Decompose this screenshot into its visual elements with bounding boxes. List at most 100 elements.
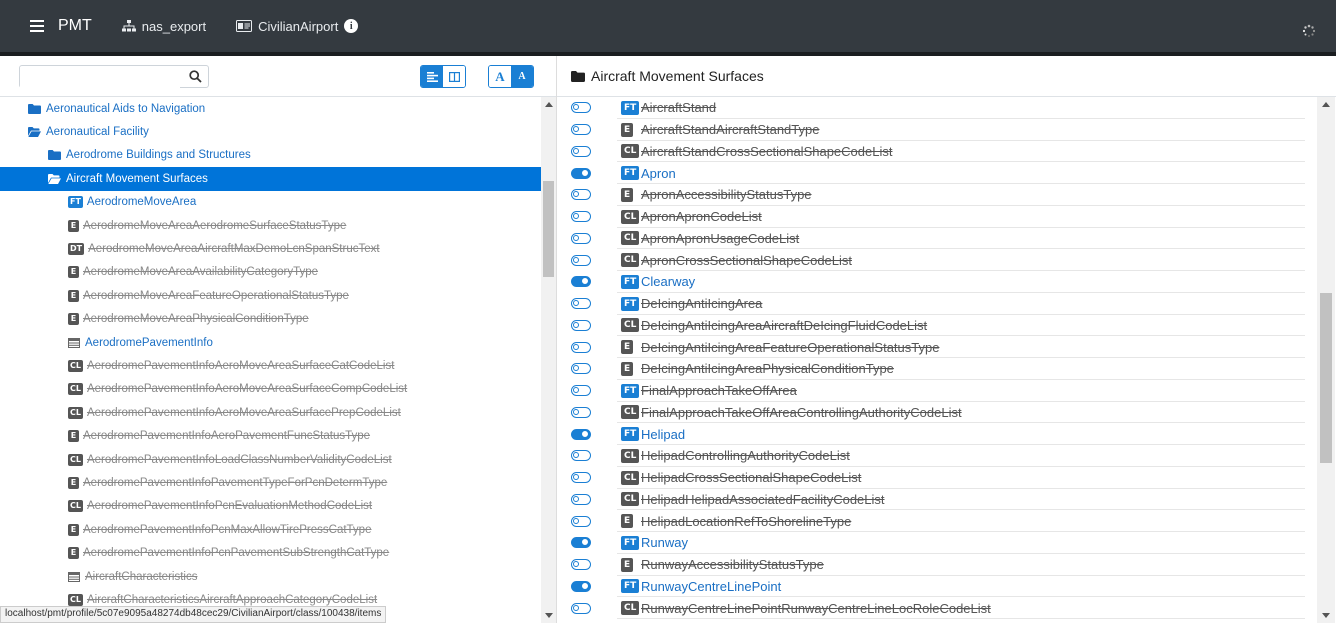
tree-item[interactable]: E AerodromeMoveAreaFeatureOperationalStat… <box>0 284 541 307</box>
item-label[interactable]: RunwayCentreLinePointRunwayCentreLineLoc… <box>641 601 991 616</box>
include-toggle[interactable] <box>571 580 591 592</box>
tree-item[interactable]: DT AerodromeMoveAreaAircraftMaxDemoLcnSpa… <box>0 237 541 260</box>
include-toggle[interactable] <box>571 102 591 114</box>
tree-item[interactable]: E AerodromeMoveAreaAvailabilityCategoryTy… <box>0 261 541 284</box>
include-toggle[interactable] <box>571 493 591 505</box>
type-badge: E <box>68 313 79 326</box>
list-item: FT RunwayCentreLinePoint <box>557 576 1317 598</box>
item-label[interactable]: ApronApronCodeList <box>641 209 762 224</box>
tree-item[interactable]: CL AerodromePavementInfoLoadClassNumberVa… <box>0 448 541 471</box>
tree-item[interactable]: E AerodromePavementInfoPcnMaxAllowTirePre… <box>0 518 541 541</box>
tree-item[interactable]: E AerodromePavementInfoAeroPavementFuncSt… <box>0 424 541 447</box>
tree-item[interactable]: CL AerodromePavementInfoPcnEvaluationMeth… <box>0 495 541 518</box>
scroll-up-arrow[interactable] <box>1322 102 1330 107</box>
item-label[interactable]: ApronAccessibilityStatusType <box>641 187 812 202</box>
left-scroll-thumb[interactable] <box>543 181 554 277</box>
item-label[interactable]: DeIcingAntiIcingAreaPhysicalConditionTyp… <box>641 361 894 376</box>
item-label[interactable]: RunwayCentreLinePoint <box>641 579 781 594</box>
item-label[interactable]: HelipadLocationRefToShorelineType <box>641 514 851 529</box>
split-view-button[interactable] <box>443 66 465 87</box>
list-view-button[interactable] <box>421 66 443 87</box>
tree-item[interactable]: AerodromePavementInfo <box>0 331 541 354</box>
tree-item[interactable]: E AerodromePavementInfoPavementTypeForPcn… <box>0 471 541 494</box>
item-label[interactable]: Apron <box>641 166 676 181</box>
left-scrollbar[interactable] <box>541 97 556 623</box>
item-label[interactable]: DeIcingAntiIcingAreaAircraftDeIcingFluid… <box>641 318 927 333</box>
item-label[interactable]: FinalApproachTakeOffArea <box>641 383 797 398</box>
tree-item[interactable]: E AerodromeMoveAreaPhysicalConditionType <box>0 308 541 331</box>
item-label[interactable]: HelipadControllingAuthorityCodeList <box>641 448 850 463</box>
scroll-down-arrow[interactable] <box>1322 613 1330 618</box>
item-label[interactable]: Runway <box>641 535 688 550</box>
search-box[interactable] <box>19 65 209 88</box>
profile-link[interactable]: CivilianAirport i <box>236 19 359 34</box>
tree-folder[interactable]: Aeronautical Aids to Navigation <box>0 97 541 120</box>
include-toggle[interactable] <box>571 232 591 244</box>
toggle-knob <box>573 234 579 241</box>
item-label[interactable]: DeIcingAntiIcingArea <box>641 296 762 311</box>
include-toggle[interactable] <box>571 298 591 310</box>
search-icon[interactable] <box>189 70 202 83</box>
scroll-down-arrow[interactable] <box>545 613 553 618</box>
include-toggle[interactable] <box>571 515 591 527</box>
item-label[interactable]: ApronCrossSectionalShapeCodeList <box>641 253 852 268</box>
tree-item[interactable]: CL AerodromePavementInfoAeroMoveAreaSurfa… <box>0 401 541 424</box>
right-scrollbar[interactable] <box>1317 97 1335 623</box>
folder-icon <box>28 103 41 114</box>
search-input[interactable] <box>20 66 180 88</box>
type-badge: CL <box>621 448 640 463</box>
tree-item[interactable]: FT AerodromeMoveArea <box>0 191 541 214</box>
tree-item[interactable]: CL AerodromePavementInfoAeroMoveAreaSurfa… <box>0 378 541 401</box>
include-toggle[interactable] <box>571 319 591 331</box>
include-toggle[interactable] <box>571 341 591 353</box>
toggle-knob <box>573 452 579 459</box>
sitemap-icon <box>121 20 136 32</box>
tree-folder[interactable]: Aeronautical Facility <box>0 120 541 143</box>
info-icon[interactable]: i <box>344 19 359 33</box>
toggle-knob <box>573 126 579 133</box>
scroll-up-arrow[interactable] <box>545 102 553 107</box>
item-label[interactable]: HelipadHelipadAssociatedFacilityCodeList <box>641 492 885 507</box>
include-toggle[interactable] <box>571 559 591 571</box>
include-toggle[interactable] <box>571 450 591 462</box>
item-label[interactable]: AircraftStandCrossSectionalShapeCodeList <box>641 144 892 159</box>
include-toggle[interactable] <box>571 537 591 549</box>
font-small-button[interactable]: A <box>511 66 533 87</box>
include-toggle[interactable] <box>571 211 591 223</box>
item-label[interactable]: Clearway <box>641 274 695 289</box>
tree-folder[interactable]: Aircraft Movement Surfaces <box>0 167 541 191</box>
type-badge: CL <box>68 383 83 396</box>
include-toggle[interactable] <box>571 145 591 157</box>
tree-item[interactable]: E AerodromeMoveAreaAerodromeSurfaceStatus… <box>0 214 541 237</box>
include-toggle[interactable] <box>571 189 591 201</box>
toggle-knob <box>573 408 579 415</box>
include-toggle[interactable] <box>571 167 591 179</box>
item-label[interactable]: Helipad <box>641 427 685 442</box>
tree-folder[interactable]: Aerodrome Buildings and Structures <box>0 144 541 167</box>
tree-item[interactable]: CL AerodromePavementInfoAeroMoveAreaSurfa… <box>0 354 541 377</box>
include-toggle[interactable] <box>571 385 591 397</box>
right-scroll-thumb[interactable] <box>1320 293 1332 463</box>
include-toggle[interactable] <box>571 363 591 375</box>
item-label[interactable]: AircraftStand <box>641 100 716 115</box>
include-toggle[interactable] <box>571 254 591 266</box>
include-toggle[interactable] <box>571 602 591 614</box>
item-label[interactable]: HelipadCrossSectionalShapeCodeList <box>641 470 861 485</box>
include-toggle[interactable] <box>571 124 591 136</box>
tree-item[interactable]: E AerodromePavementInfoPcnPavementSubStre… <box>0 541 541 564</box>
include-toggle[interactable] <box>571 276 591 288</box>
folder-open-icon <box>48 173 61 184</box>
item-label[interactable]: RunwayAccessibilityStatusType <box>641 557 824 572</box>
include-toggle[interactable] <box>571 406 591 418</box>
include-toggle[interactable] <box>571 472 591 484</box>
item-label[interactable]: AircraftStandAircraftStandType <box>641 122 819 137</box>
item-label[interactable]: FinalApproachTakeOffAreaControllingAutho… <box>641 405 962 420</box>
list-item: CL DeIcingAntiIcingAreaAircraftDeIcingFlu… <box>557 315 1317 337</box>
font-large-button[interactable]: A <box>489 66 511 87</box>
item-label[interactable]: ApronApronUsageCodeList <box>641 231 799 246</box>
project-link[interactable]: nas_export <box>121 19 206 34</box>
include-toggle[interactable] <box>571 428 591 440</box>
tree-item[interactable]: AircraftCharacteristics <box>0 565 541 588</box>
menu-button[interactable]: PMT <box>30 17 92 35</box>
item-label[interactable]: DeIcingAntiIcingAreaFeatureOperationalSt… <box>641 340 939 355</box>
